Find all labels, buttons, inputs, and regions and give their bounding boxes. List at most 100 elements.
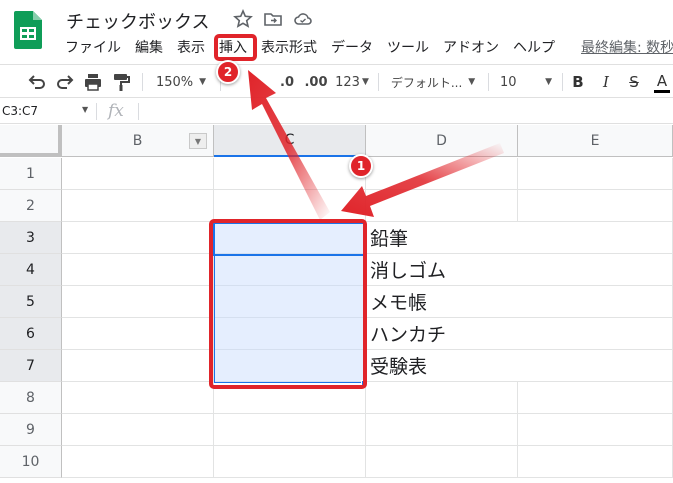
menu-addons[interactable]: アドオン	[436, 37, 506, 57]
font-family-label: デフォルト...	[390, 75, 463, 90]
strikethrough-button[interactable]: S	[624, 71, 644, 93]
menu-data[interactable]: データ	[324, 37, 380, 57]
cell-e4[interactable]	[518, 254, 673, 286]
toolbar-divider	[488, 73, 489, 91]
font-size-dropdown[interactable]: 10 ▼	[496, 71, 556, 93]
cell-e6[interactable]	[518, 318, 673, 350]
zoom-dropdown[interactable]: 150% ▼	[150, 71, 212, 93]
cell-b6[interactable]	[62, 318, 214, 350]
cell-b8[interactable]	[62, 382, 214, 414]
italic-button[interactable]: I	[596, 71, 616, 93]
column-menu-chevron-icon[interactable]: ▼	[189, 133, 207, 149]
cell-e1[interactable]	[518, 158, 673, 190]
cell-c1[interactable]	[214, 158, 366, 190]
cell-b7[interactable]	[62, 350, 214, 382]
cell-d8[interactable]	[366, 382, 518, 414]
row-label: 3	[26, 229, 35, 246]
undo-icon[interactable]	[26, 71, 48, 93]
formula-input[interactable]	[140, 99, 673, 124]
row-label: 8	[26, 389, 35, 406]
chevron-down-icon: ▼	[545, 77, 552, 87]
menu-format[interactable]: 表示形式	[254, 37, 324, 57]
row-header-7[interactable]: 7	[0, 350, 62, 382]
cell-c10[interactable]	[214, 446, 366, 478]
cell-c9[interactable]	[214, 414, 366, 446]
name-box[interactable]: C3:C7	[2, 104, 38, 118]
cell-e8[interactable]	[518, 382, 673, 414]
cell-d6[interactable]: ハンカチ	[366, 318, 518, 350]
number-format-label: 123	[335, 74, 360, 90]
toolbar-divider	[378, 73, 379, 91]
cell-d4[interactable]: 消しゴム	[366, 254, 518, 286]
cell-d5[interactable]: メモ帳	[366, 286, 518, 318]
cell-c2[interactable]	[214, 190, 366, 222]
cell-b2[interactable]	[62, 190, 214, 222]
cell-e9[interactable]	[518, 414, 673, 446]
menu-edit[interactable]: 編集	[128, 37, 170, 57]
chevron-down-icon: ▼	[361, 77, 369, 87]
cell-b4[interactable]	[62, 254, 214, 286]
menu-help[interactable]: ヘルプ	[506, 37, 562, 57]
font-family-dropdown[interactable]: デフォルト... ▼	[386, 71, 480, 93]
bold-button[interactable]: B	[568, 71, 588, 93]
row-header-10[interactable]: 10	[0, 446, 62, 478]
text-color-swatch	[654, 89, 670, 93]
cell-b5[interactable]	[62, 286, 214, 318]
column-header-e[interactable]: E	[518, 125, 673, 157]
cell-d2[interactable]	[366, 190, 518, 222]
cell-e5[interactable]	[518, 286, 673, 318]
menu-file[interactable]: ファイル	[58, 37, 128, 57]
italic-label: I	[603, 73, 609, 91]
cell-d7[interactable]: 受験表	[366, 350, 518, 382]
chevron-down-icon[interactable]: ▼	[82, 105, 88, 114]
move-folder-icon[interactable]	[263, 9, 283, 29]
cell-d10[interactable]	[366, 446, 518, 478]
formula-bar: C3:C7 ▼ fx	[0, 99, 673, 124]
row-header-6[interactable]: 6	[0, 318, 62, 350]
print-icon[interactable]	[82, 71, 104, 93]
row-header-9[interactable]: 9	[0, 414, 62, 446]
column-header-b[interactable]: B ▼	[62, 125, 214, 157]
cell-d3[interactable]: 鉛筆	[366, 222, 518, 254]
cell-e10[interactable]	[518, 446, 673, 478]
cell-b10[interactable]	[62, 446, 214, 478]
cell-b1[interactable]	[62, 158, 214, 190]
menu-view[interactable]: 表示	[170, 37, 212, 57]
document-title[interactable]: チェックボックス	[66, 8, 209, 34]
cell-b9[interactable]	[62, 414, 214, 446]
cell-e7[interactable]	[518, 350, 673, 382]
decrease-decimal-button[interactable]: .0	[276, 71, 298, 93]
row-header-4[interactable]: 4	[0, 254, 62, 286]
cell-e2[interactable]	[518, 190, 673, 222]
insert-menu-highlight	[214, 34, 257, 61]
row-label: 5	[26, 293, 35, 310]
menu-bar: ファイル 編集 表示 挿入 表示形式 データ ツール アドオン ヘルプ	[58, 37, 562, 57]
column-label: E	[590, 132, 600, 149]
select-all-corner[interactable]	[0, 125, 62, 157]
paint-format-icon[interactable]	[110, 71, 132, 93]
redo-icon[interactable]	[54, 71, 76, 93]
step-badge-2: 2	[216, 60, 240, 84]
increase-decimal-button[interactable]: .00	[302, 71, 330, 93]
star-icon[interactable]	[233, 9, 253, 29]
number-format-dropdown[interactable]: 123 ▼	[334, 71, 370, 93]
cell-e3[interactable]	[518, 222, 673, 254]
row-header-5[interactable]: 5	[0, 286, 62, 318]
cloud-saved-icon[interactable]	[293, 9, 313, 29]
menu-tools[interactable]: ツール	[380, 37, 436, 57]
sheets-logo-icon[interactable]	[14, 11, 42, 49]
column-header-c[interactable]: C	[214, 125, 366, 157]
text-color-button[interactable]: A	[652, 71, 672, 93]
row-header-2[interactable]: 2	[0, 190, 62, 222]
row-header-1[interactable]: 1	[0, 158, 62, 190]
row-label: 6	[26, 325, 35, 342]
row-header-8[interactable]: 8	[0, 382, 62, 414]
cell-d9[interactable]	[366, 414, 518, 446]
font-size-value: 10	[500, 74, 517, 90]
chevron-down-icon: ▼	[199, 77, 207, 87]
row-header-3[interactable]: 3	[0, 222, 62, 254]
cell-d1[interactable]	[366, 158, 518, 190]
column-header-d[interactable]: D	[366, 125, 518, 157]
last-edit-link[interactable]: 最終編集: 数秒	[581, 37, 673, 57]
cell-b3[interactable]	[62, 222, 214, 254]
